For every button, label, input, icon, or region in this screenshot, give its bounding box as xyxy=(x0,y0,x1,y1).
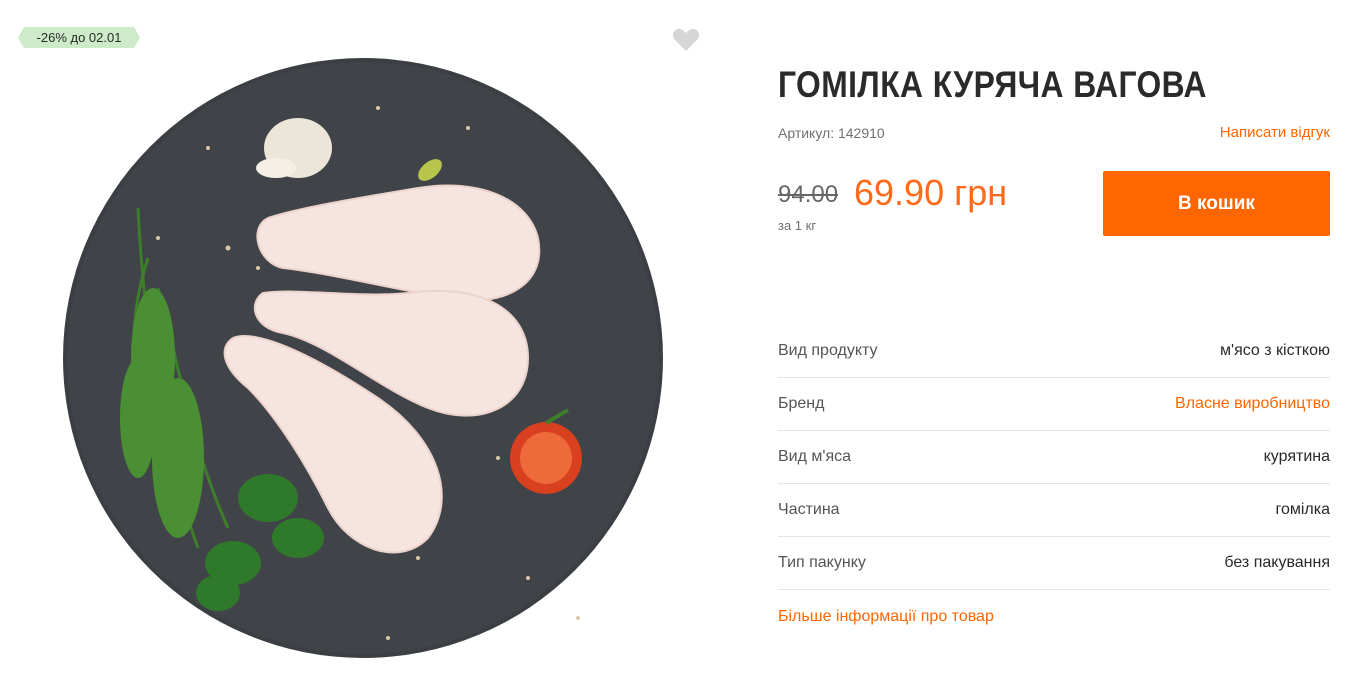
spec-row-product-type: Вид продукту м'ясо з кісткою xyxy=(778,325,1330,378)
product-image xyxy=(58,58,668,658)
spec-label: Бренд xyxy=(778,395,825,412)
specs-table: Вид продукту м'ясо з кісткою Бренд Власн… xyxy=(778,325,1330,590)
brand-link[interactable]: Власне виробництво xyxy=(1175,395,1330,413)
spec-row-part: Частина гомілка xyxy=(778,484,1330,537)
write-review-link[interactable]: Написати відгук xyxy=(1220,124,1330,141)
product-title: ГОМІЛКА КУРЯЧА ВАГОВА xyxy=(778,64,1207,105)
discount-badge: -26% до 02.01 xyxy=(18,27,140,48)
spec-label: Вид продукту xyxy=(778,342,878,359)
spec-label: Тип пакунку xyxy=(778,554,866,571)
old-price: 94.00 xyxy=(778,181,839,208)
price-unit: за 1 кг xyxy=(778,218,817,233)
spec-row-meat-type: Вид м'яса курятина xyxy=(778,431,1330,484)
spec-value: курятина xyxy=(1263,448,1330,465)
product-sku: Артикул: 142910 xyxy=(778,125,885,141)
spec-label: Частина xyxy=(778,501,840,518)
spec-row-package: Тип пакунку без пакування xyxy=(778,537,1330,590)
spec-value: м'ясо з кісткою xyxy=(1220,342,1330,359)
more-info-link[interactable]: Більше інформації про товар xyxy=(778,608,994,626)
spec-value: гомілка xyxy=(1275,501,1330,518)
spec-row-brand: Бренд Власне виробництво xyxy=(778,378,1330,431)
heart-icon xyxy=(672,29,700,51)
product-info-panel: ГОМІЛКА КУРЯЧА ВАГОВА Артикул: 142910 На… xyxy=(778,0,1330,683)
spec-value: без пакування xyxy=(1224,554,1330,571)
spec-label: Вид м'яса xyxy=(778,448,852,465)
current-price: 69.90 грн xyxy=(854,172,1008,213)
add-to-cart-button[interactable]: В кошик xyxy=(1103,171,1330,236)
favorite-button[interactable] xyxy=(672,28,700,52)
